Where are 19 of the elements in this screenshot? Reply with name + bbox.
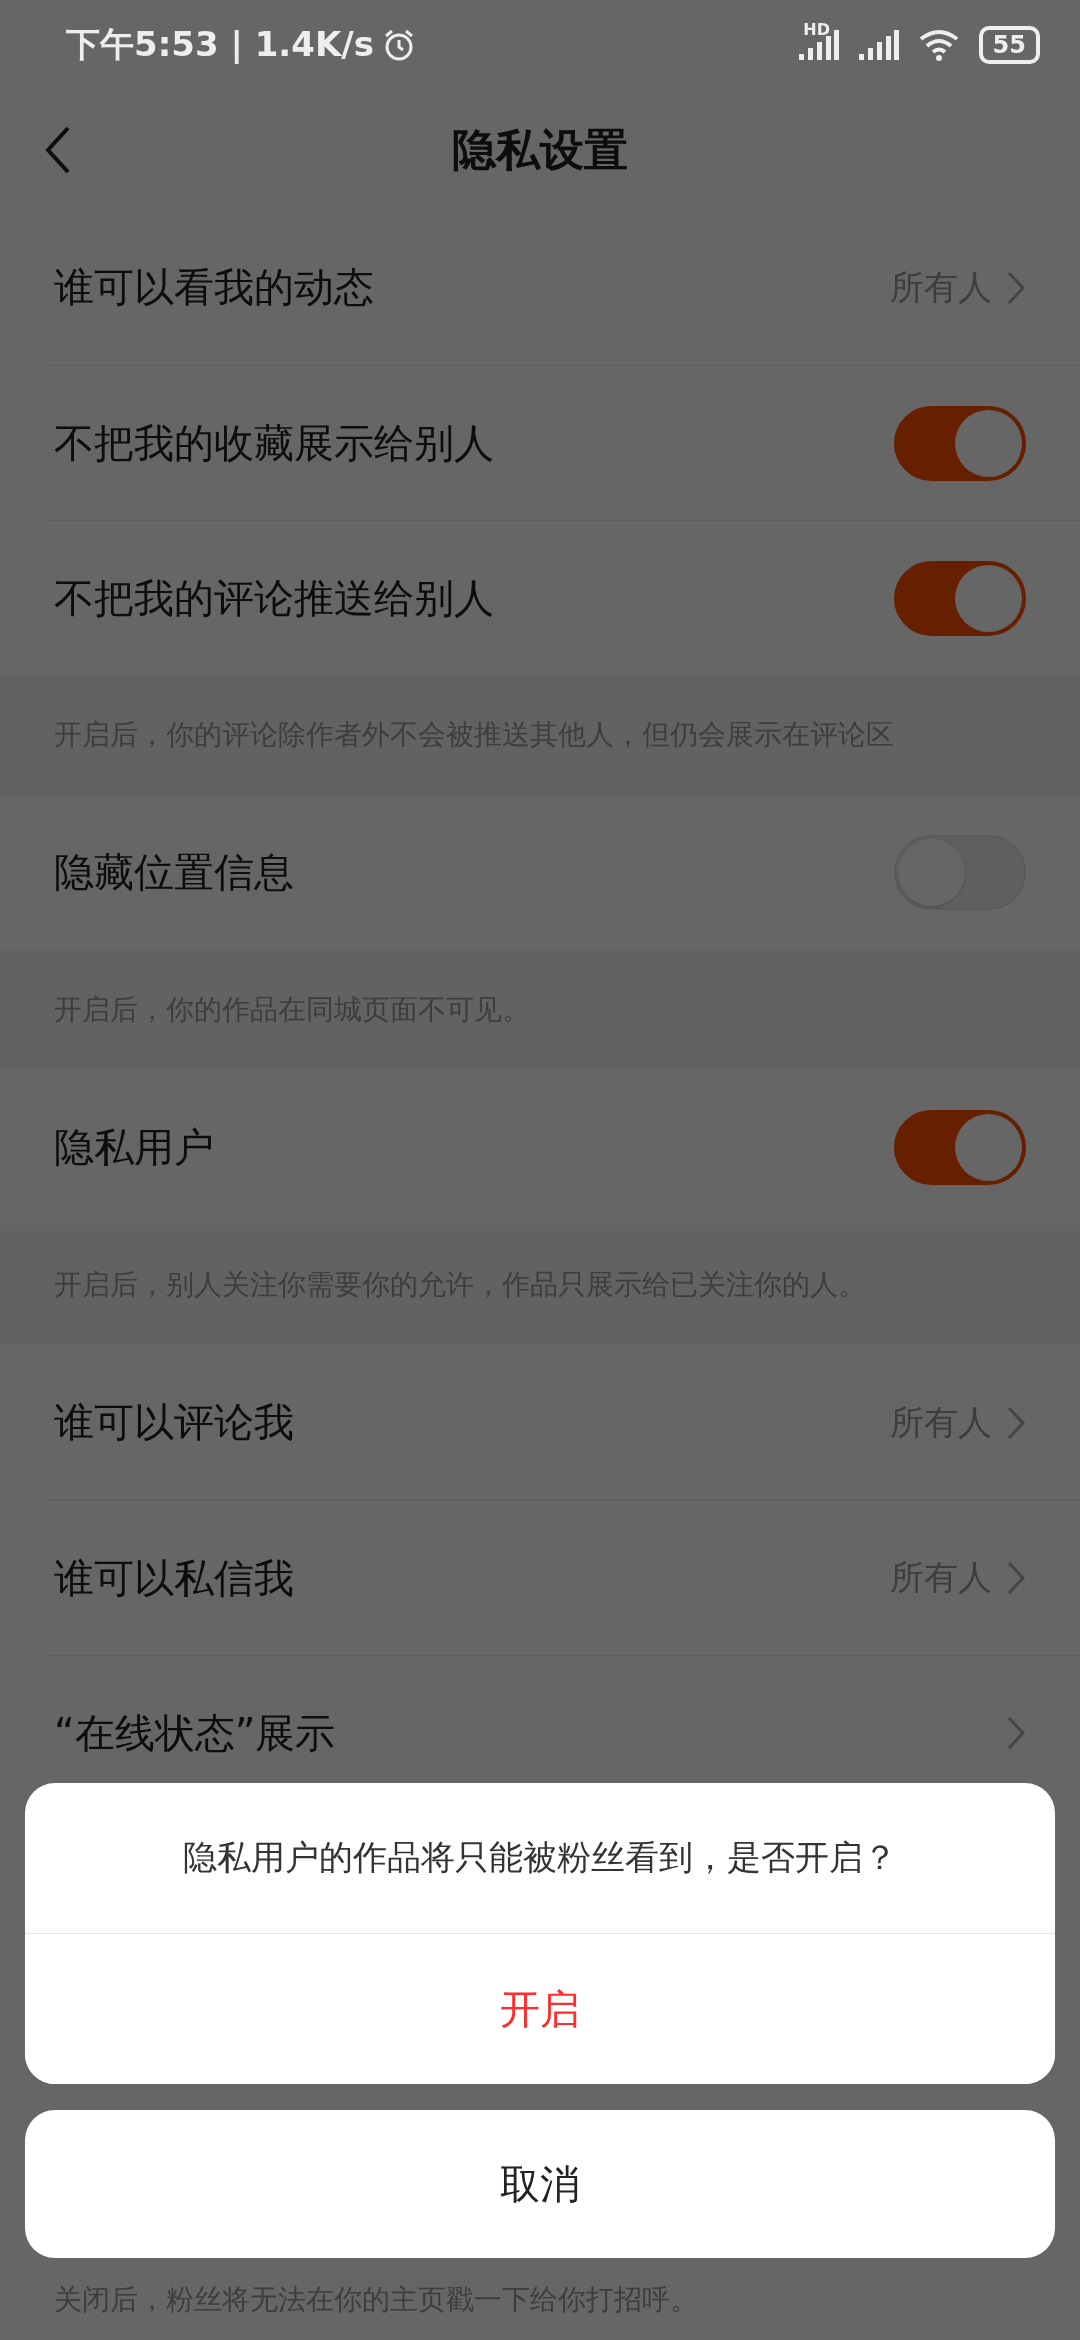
chevron-right-icon[interactable] <box>1006 269 1026 306</box>
chevron-right-icon[interactable] <box>1006 1404 1026 1441</box>
setting-label: 谁可以看我的动态 <box>54 263 375 312</box>
battery-level: 55 <box>978 26 1040 64</box>
wifi-icon <box>918 29 959 61</box>
chevron-right-icon[interactable] <box>1006 1560 1026 1596</box>
status-time: 下午5:53 | 1.4K/s <box>66 23 374 66</box>
setting-label: 不把我的收藏展示给别人 <box>54 418 495 468</box>
setting-label: “在线状态”展示 <box>54 1708 337 1758</box>
setting-label: 不把我的评论推送给别人 <box>54 573 495 623</box>
page-title: 隐私设置 <box>452 122 628 177</box>
setting-label: 隐私用户 <box>54 1123 215 1172</box>
chevron-right-icon[interactable] <box>1006 1715 1026 1751</box>
setting-label: 隐藏位置信息 <box>54 848 295 897</box>
hd-label: HD <box>803 20 830 39</box>
setting-label: 谁可以私信我 <box>54 1553 295 1603</box>
signal-icon <box>858 30 899 60</box>
cancel-button[interactable]: 取消 <box>25 2110 1055 2258</box>
setting-label: 谁可以评论我 <box>54 1398 295 1447</box>
